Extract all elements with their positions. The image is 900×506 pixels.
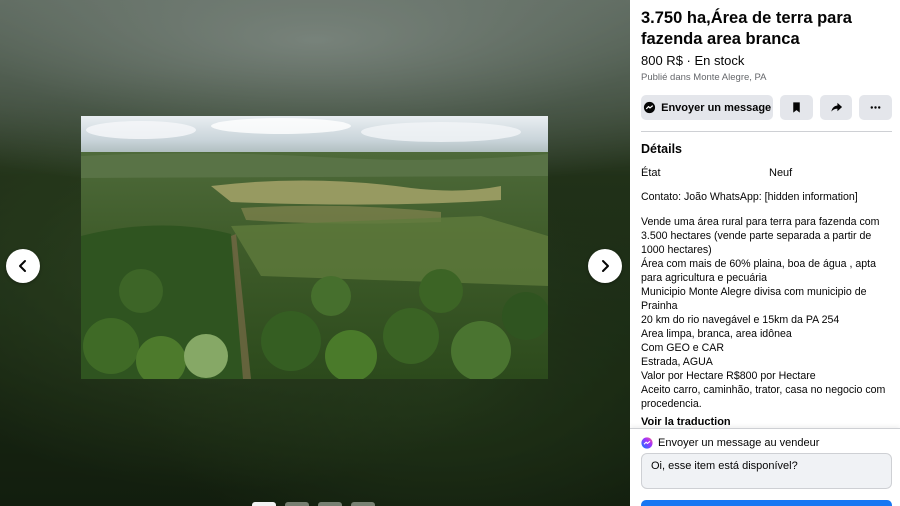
next-photo-button[interactable] <box>588 249 622 283</box>
chevron-left-icon <box>19 260 26 272</box>
photo-thumbnail[interactable] <box>252 502 276 506</box>
photo-thumbnail[interactable] <box>318 502 342 506</box>
messenger-icon <box>641 437 653 449</box>
listing-details-panel: 3.750 ha,Área de terra para fazenda area… <box>630 0 900 506</box>
messenger-icon <box>644 101 656 114</box>
contact-text: Contato: João WhatsApp: [hidden informat… <box>641 191 858 203</box>
action-bar: Envoyer un message <box>641 95 893 120</box>
message-seller-box: Envoyer un message au vendeur Oi, esse i… <box>630 428 900 506</box>
seller-message-input[interactable]: Oi, esse item está disponível? <box>641 453 892 489</box>
bookmark-icon <box>793 102 800 113</box>
listing-location: Publié dans Monte Alegre, PA <box>641 72 767 83</box>
state-label: État <box>641 167 661 179</box>
see-translation-link[interactable]: Voir la traduction <box>641 416 892 428</box>
listing-title: 3.750 ha,Área de terra para fazenda area… <box>641 9 852 48</box>
photo-thumbnail[interactable] <box>351 502 375 506</box>
share-button[interactable] <box>819 95 853 120</box>
marketplace-listing-page: 3.750 ha,Área de terra para fazenda area… <box>0 0 900 506</box>
listing-photo <box>81 116 548 379</box>
message-seller-heading: Envoyer un message au vendeur <box>641 437 892 449</box>
state-value: Neuf <box>769 167 793 179</box>
divider <box>641 131 892 132</box>
save-button[interactable] <box>780 95 813 120</box>
photo-thumbnails <box>252 502 375 506</box>
send-button[interactable] <box>641 500 892 506</box>
message-seller-label: Envoyer un message au vendeur <box>658 437 820 449</box>
more-button[interactable] <box>859 95 893 120</box>
chevron-right-icon <box>602 260 609 272</box>
send-message-label: Envoyer un message <box>661 101 772 114</box>
state-row: État Neuf <box>641 167 892 179</box>
listing-description: Vende uma área rural para terra para faz… <box>641 216 886 410</box>
share-icon <box>831 102 842 112</box>
photo-viewer <box>0 0 630 506</box>
details-heading: Détails <box>641 142 682 156</box>
photo-thumbnail[interactable] <box>285 502 309 506</box>
listing-price: 800 R$ · En stock <box>641 53 745 68</box>
send-message-button[interactable]: Envoyer un message <box>641 95 774 120</box>
previous-photo-button[interactable] <box>6 249 40 283</box>
more-icon <box>870 106 881 109</box>
aerial-forest-image <box>81 116 548 379</box>
